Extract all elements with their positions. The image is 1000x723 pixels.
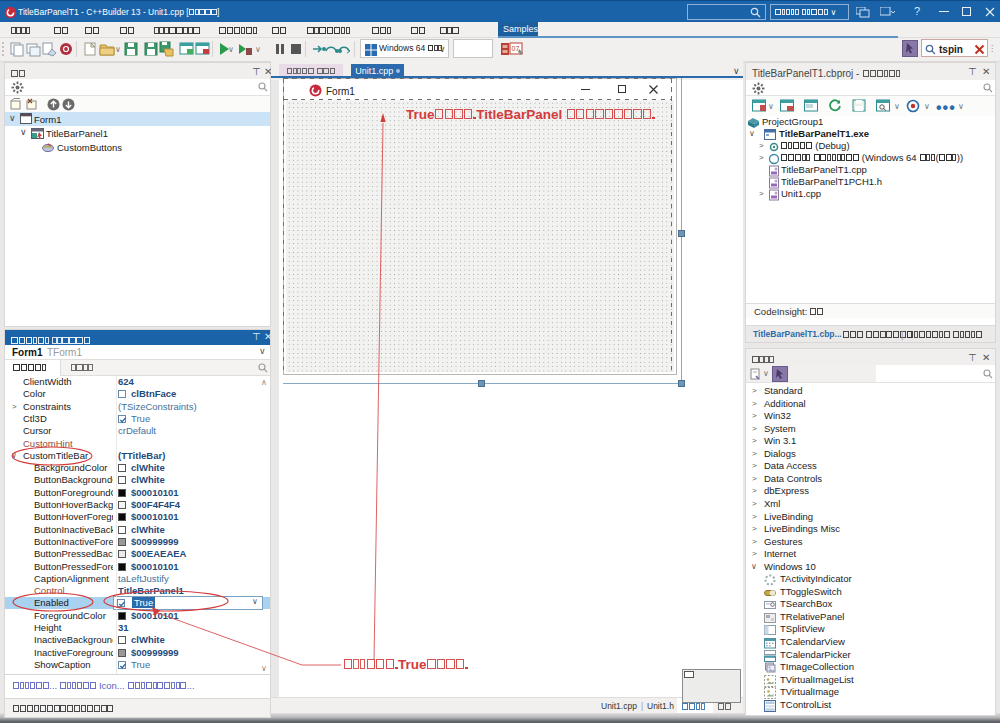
svg-text:07: 07 (512, 45, 520, 52)
